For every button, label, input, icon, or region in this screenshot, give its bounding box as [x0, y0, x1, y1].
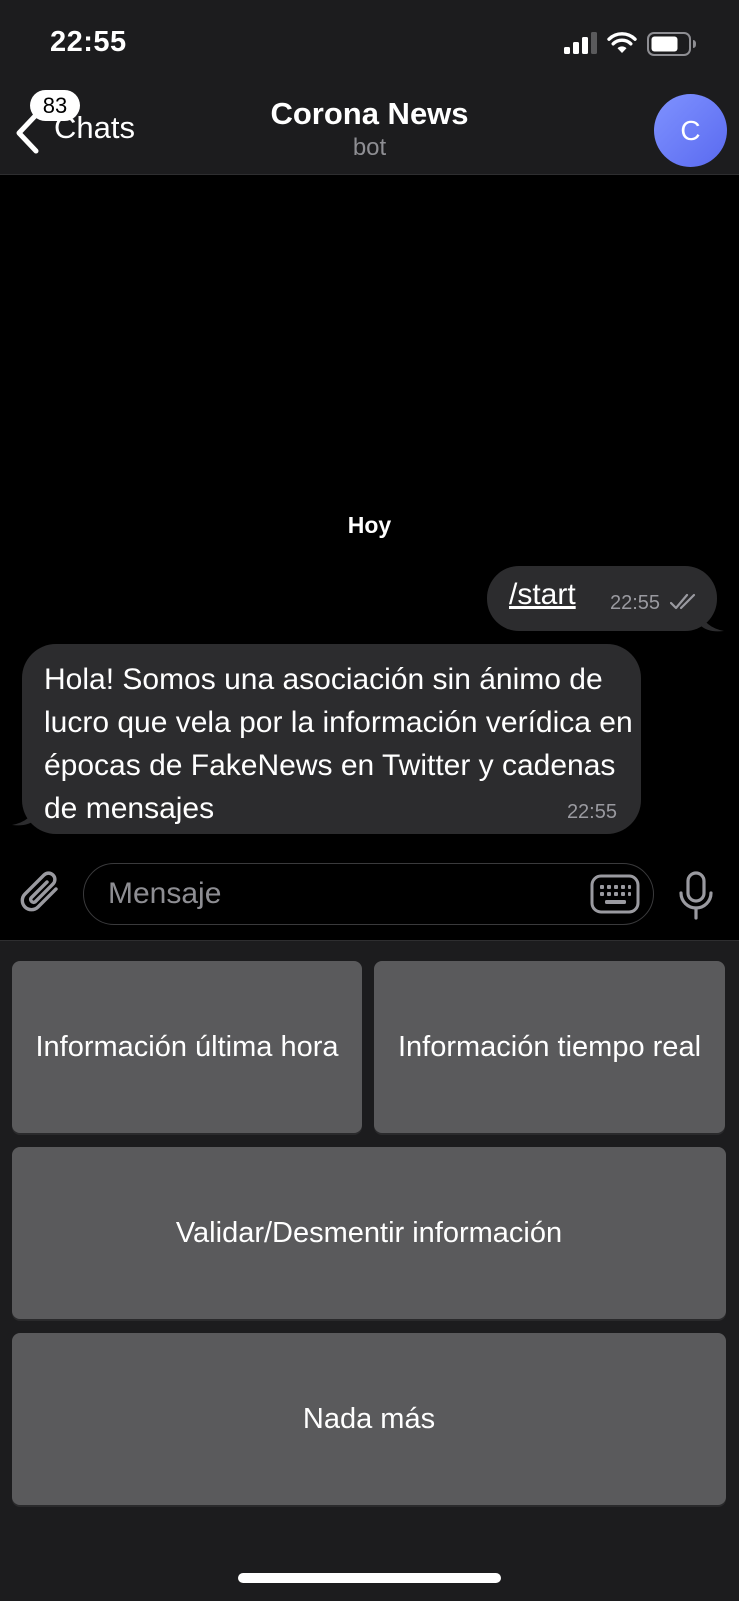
chat-header: Chats 83 Corona News bot C: [0, 90, 739, 175]
status-time: 22:55: [50, 26, 127, 58]
keyboard-icon[interactable]: [590, 874, 640, 914]
chat-title[interactable]: Corona News: [0, 96, 739, 132]
date-separator: Hoy: [347, 512, 392, 538]
read-checkmarks-icon: [670, 593, 696, 610]
status-bar: 22:55: [0, 0, 739, 90]
battery-icon: [647, 32, 696, 56]
message-time: 22:55: [566, 801, 617, 823]
bubble-tail: [700, 611, 724, 632]
input-bar: [0, 845, 739, 940]
reply-button-nothing-more[interactable]: Nada más: [12, 1333, 726, 1505]
signal-icon: [564, 32, 597, 54]
reply-button-latest-info[interactable]: Información última hora: [12, 961, 362, 1133]
bot-reply-keyboard: Información última hora Información tiem…: [0, 940, 739, 1601]
reply-button-validate-info[interactable]: Validar/Desmentir información: [12, 1147, 726, 1319]
microphone-icon[interactable]: [678, 871, 714, 921]
message-list[interactable]: Hoy /start 22:55 Hola! Somos una asociac…: [0, 175, 739, 845]
wifi-icon: [607, 32, 637, 53]
paperclip-icon[interactable]: [18, 869, 64, 919]
outgoing-message[interactable]: /start 22:55: [487, 566, 717, 631]
bubble-tail: [12, 805, 36, 826]
incoming-message[interactable]: Hola! Somos una asociación sin ánimo de …: [22, 644, 641, 834]
message-text[interactable]: /start: [509, 578, 576, 612]
avatar[interactable]: C: [654, 94, 727, 167]
home-indicator[interactable]: [238, 1573, 501, 1583]
message-time: 22:55: [610, 592, 661, 614]
message-input[interactable]: [83, 863, 654, 925]
message-text: Hola! Somos una asociación sin ánimo de …: [44, 663, 633, 825]
reply-button-realtime-info[interactable]: Información tiempo real: [374, 961, 725, 1133]
chat-subtitle: bot: [352, 134, 387, 161]
